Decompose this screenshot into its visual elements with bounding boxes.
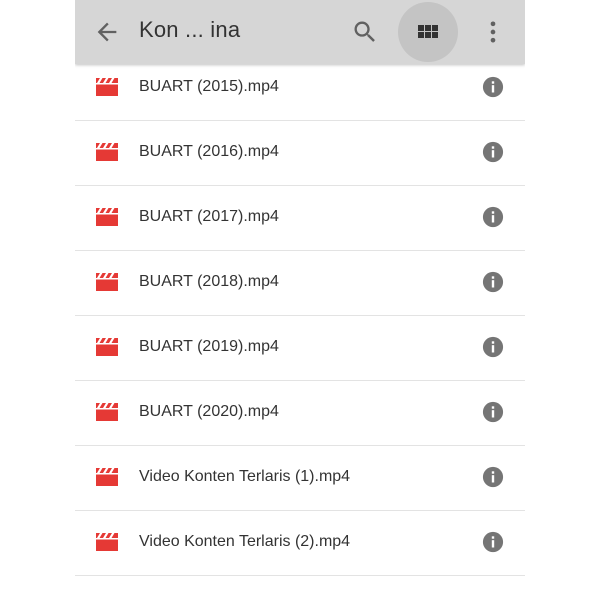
list-item[interactable]: BUART (2018).mp4 xyxy=(75,251,525,316)
list-item[interactable]: BUART (2020).mp4 xyxy=(75,381,525,446)
file-name: BUART (2018).mp4 xyxy=(139,273,279,290)
list-item[interactable]: BUART (2019).mp4 xyxy=(75,316,525,381)
file-name: BUART (2020).mp4 xyxy=(139,403,279,420)
file-name: BUART (2016).mp4 xyxy=(139,143,279,160)
video-file-icon xyxy=(96,78,118,96)
file-name: Video Konten Terlaris (2).mp4 xyxy=(139,533,351,550)
grid-view-icon xyxy=(418,25,438,38)
info-icon[interactable] xyxy=(482,271,504,293)
more-vert-icon[interactable] xyxy=(479,18,507,46)
video-file-icon xyxy=(96,403,118,421)
list-item[interactable]: BUART (2015).mp4 xyxy=(75,56,525,121)
file-name: BUART (2015).mp4 xyxy=(139,78,279,95)
grid-view-button[interactable] xyxy=(398,2,458,62)
video-file-icon xyxy=(96,338,118,356)
video-file-icon xyxy=(96,468,118,486)
video-file-icon xyxy=(96,208,118,226)
info-icon[interactable] xyxy=(482,141,504,163)
info-icon[interactable] xyxy=(482,206,504,228)
video-file-icon xyxy=(96,533,118,551)
app-bar: Kon ... ina xyxy=(75,0,525,64)
info-icon[interactable] xyxy=(482,401,504,423)
info-icon[interactable] xyxy=(482,466,504,488)
file-name: BUART (2019).mp4 xyxy=(139,338,279,355)
video-file-icon xyxy=(96,143,118,161)
file-name: BUART (2017).mp4 xyxy=(139,208,279,225)
list-item[interactable]: BUART (2017).mp4 xyxy=(75,186,525,251)
file-name: Video Konten Terlaris (1).mp4 xyxy=(139,468,351,485)
page-title: Kon ... ina xyxy=(139,17,241,42)
list-item[interactable]: BUART (2016).mp4 xyxy=(75,121,525,186)
info-icon[interactable] xyxy=(482,336,504,358)
list-item[interactable]: Video Konten Terlaris (1).mp4 xyxy=(75,446,525,511)
search-icon[interactable] xyxy=(351,18,379,46)
arrow-back-icon[interactable] xyxy=(93,18,121,46)
file-browser-screen: Kon ... ina BUART (2015).mp4 BUART (2016… xyxy=(75,0,525,600)
info-icon[interactable] xyxy=(482,76,504,98)
file-list: BUART (2015).mp4 BUART (2016).mp4 BUART … xyxy=(75,56,525,576)
video-file-icon xyxy=(96,273,118,291)
list-item[interactable]: Video Konten Terlaris (2).mp4 xyxy=(75,511,525,576)
info-icon[interactable] xyxy=(482,531,504,553)
